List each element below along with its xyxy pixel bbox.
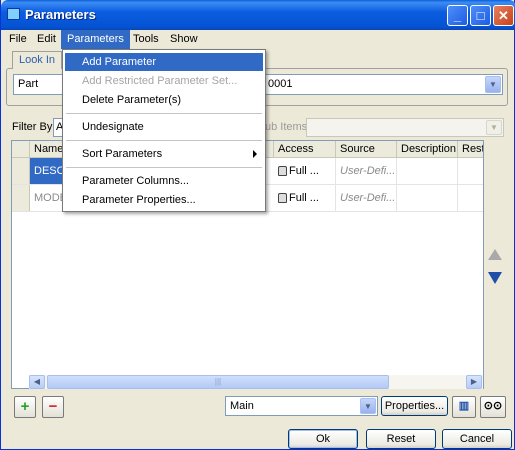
move-down-icon[interactable]: [488, 272, 502, 284]
maximize-button[interactable]: □: [470, 5, 491, 26]
window-title: Parameters: [25, 7, 96, 22]
lock-icon: [278, 166, 287, 177]
menu-separator: [66, 167, 262, 168]
menu-item-delete-parameters[interactable]: Delete Parameter(s): [65, 91, 263, 109]
menu-tools[interactable]: Tools: [127, 30, 165, 49]
parameters-menu: Add Parameter Add Restricted Parameter S…: [62, 49, 266, 212]
cell-description[interactable]: [397, 185, 458, 211]
menu-bar: File Edit Parameters Tools Show: [1, 30, 514, 49]
scroll-right-icon[interactable]: ▶: [466, 375, 482, 389]
row-header[interactable]: [12, 185, 30, 211]
scroll-left-icon[interactable]: ◀: [29, 375, 45, 389]
move-up-icon[interactable]: [488, 249, 502, 260]
row-header-corner: [12, 141, 30, 158]
scroll-thumb[interactable]: |||: [47, 375, 389, 389]
chevron-down-icon: ▼: [486, 120, 502, 135]
table-select-value: Main: [230, 400, 254, 412]
table-select[interactable]: Main ▼: [225, 396, 378, 416]
column-header-restricted[interactable]: Rest: [458, 141, 483, 158]
menu-item-add-parameter[interactable]: Add Parameter: [65, 53, 263, 71]
menu-item-parameter-columns[interactable]: Parameter Columns...: [65, 172, 263, 190]
parameters-window: Parameters _ □ ✕ File Edit Parameters To…: [0, 0, 515, 450]
lock-icon: [278, 193, 287, 204]
cell-access-value: Full: [289, 192, 307, 204]
menu-edit[interactable]: Edit: [31, 30, 62, 49]
lookin-object-select[interactable]: 0001 ▼: [263, 74, 503, 95]
menu-item-undesignate[interactable]: Undesignate: [65, 118, 263, 136]
cell-access[interactable]: Full ...: [274, 185, 336, 211]
menu-item-parameter-properties[interactable]: Parameter Properties...: [65, 191, 263, 209]
cell-access-value: Full: [289, 165, 307, 177]
cell-description[interactable]: [397, 158, 458, 184]
title-bar[interactable]: Parameters _ □ ✕: [1, 0, 515, 30]
sub-items-label: ub Items: [265, 121, 308, 133]
row-header[interactable]: [12, 158, 30, 184]
cell-source[interactable]: User-Defi...: [336, 158, 397, 184]
cell-access[interactable]: Full ...: [274, 158, 336, 184]
menu-separator: [66, 140, 262, 141]
menu-separator: [66, 113, 262, 114]
lookin-object-value: 0001: [268, 78, 293, 90]
menu-show[interactable]: Show: [164, 30, 204, 49]
sub-items-select: ▼: [306, 118, 504, 137]
column-header-source[interactable]: Source: [336, 141, 397, 158]
lookin-label[interactable]: Look In: [12, 51, 62, 69]
menu-item-sort-parameters[interactable]: Sort Parameters: [65, 145, 263, 163]
column-header-access[interactable]: Access: [274, 141, 336, 158]
menu-file[interactable]: File: [3, 30, 33, 49]
binoculars-icon[interactable]: ⊙⊙: [480, 396, 506, 418]
columns-icon[interactable]: ▥: [452, 396, 476, 418]
chevron-down-icon[interactable]: ▼: [360, 398, 376, 414]
remove-parameter-button[interactable]: −: [42, 396, 64, 418]
cell-source[interactable]: User-Defi...: [336, 185, 397, 211]
minimize-button[interactable]: _: [447, 5, 468, 26]
reset-button[interactable]: Reset: [366, 429, 436, 449]
properties-button[interactable]: Properties...: [381, 396, 448, 416]
add-parameter-button[interactable]: +: [14, 396, 36, 418]
window-icon: [7, 8, 20, 20]
column-header-description[interactable]: Description: [397, 141, 458, 158]
horizontal-scrollbar[interactable]: ◀ ||| ▶: [29, 375, 483, 389]
ok-button[interactable]: Ok: [288, 429, 358, 449]
submenu-arrow-icon: [253, 150, 257, 158]
chevron-down-icon[interactable]: ▼: [485, 76, 501, 93]
menu-parameters[interactable]: Parameters: [61, 30, 130, 49]
menu-item-sort-label: Sort Parameters: [82, 148, 163, 160]
close-button[interactable]: ✕: [493, 5, 514, 26]
menu-item-add-restricted-set: Add Restricted Parameter Set...: [82, 75, 238, 87]
cancel-button[interactable]: Cancel: [442, 429, 512, 449]
lookin-type-value: Part: [18, 78, 39, 90]
filter-label: Filter By: [12, 121, 53, 133]
